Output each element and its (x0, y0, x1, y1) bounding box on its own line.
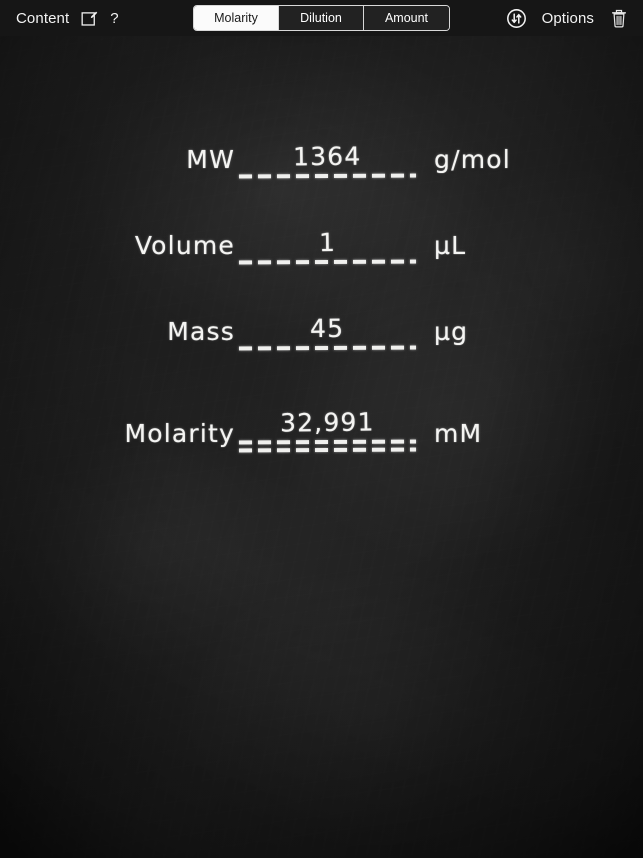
trash-icon[interactable] (609, 8, 629, 29)
toolbar: Content ? Molarity Dilution Amount Optio… (0, 0, 643, 36)
field-underline (238, 439, 417, 445)
options-button[interactable]: Options (542, 11, 594, 26)
value-mass[interactable]: 45 (310, 314, 345, 343)
toolbar-right-group: Options (506, 8, 633, 29)
calculator-rows: MW 1364 g/mol Volume 1 µL Mass 45 µg Mol… (0, 36, 643, 453)
chalkboard-canvas: MW 1364 g/mol Volume 1 µL Mass 45 µg Mol… (0, 36, 643, 858)
unit-mass: µg (434, 317, 469, 346)
field-underline (238, 173, 417, 179)
unit-molarity: mM (434, 419, 483, 448)
label-mass: Mass (167, 317, 235, 346)
tab-amount[interactable]: Amount (364, 6, 449, 30)
tab-molarity[interactable]: Molarity (194, 6, 279, 30)
field-underline (238, 259, 417, 265)
field-underline-second (238, 447, 417, 453)
compose-edit-icon[interactable] (80, 9, 99, 28)
unit-mw: g/mol (434, 145, 511, 174)
row-molarity: Molarity 32,991 mM (0, 392, 643, 453)
unit-volume: µL (434, 231, 467, 260)
field-mw[interactable]: 1364 (235, 142, 420, 179)
field-mass[interactable]: 45 (235, 314, 420, 351)
help-button[interactable]: ? (110, 11, 118, 26)
swap-vertical-circle-icon[interactable] (506, 8, 527, 29)
field-underline (238, 345, 417, 351)
tab-dilution[interactable]: Dilution (279, 6, 364, 30)
value-molarity[interactable]: 32,991 (280, 408, 375, 438)
toolbar-left-group: Content ? (10, 9, 119, 28)
row-volume: Volume 1 µL (0, 204, 643, 265)
value-volume[interactable]: 1 (319, 228, 336, 257)
label-mw: MW (186, 145, 235, 174)
value-mw[interactable]: 1364 (293, 142, 362, 172)
label-volume: Volume (134, 231, 235, 260)
app-root: Content ? Molarity Dilution Amount Optio… (0, 0, 643, 858)
row-mw: MW 1364 g/mol (0, 118, 643, 179)
field-volume[interactable]: 1 (235, 228, 420, 265)
row-mass: Mass 45 µg (0, 290, 643, 351)
mode-segmented-control[interactable]: Molarity Dilution Amount (193, 5, 450, 31)
field-molarity[interactable]: 32,991 (235, 408, 420, 453)
label-molarity: Molarity (124, 419, 235, 448)
content-button[interactable]: Content (16, 11, 69, 26)
